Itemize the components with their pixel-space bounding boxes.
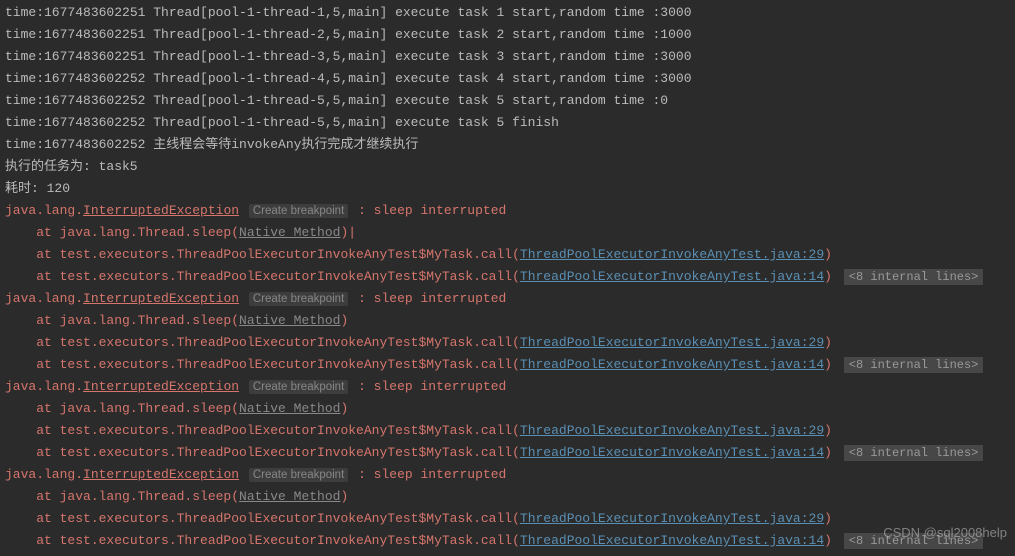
log-line: time:1677483602252 Thread[pool-1-thread-… (5, 71, 692, 86)
native-method-link[interactable]: Native Method (239, 401, 340, 416)
stack-frame: at test.executors.ThreadPoolExecutorInvo… (5, 445, 520, 460)
log-line: time:1677483602252 主线程会等待invokeAny执行完成才继… (5, 137, 418, 152)
log-line: time:1677483602251 Thread[pool-1-thread-… (5, 49, 692, 64)
exception-message: : sleep interrupted (350, 379, 506, 394)
stack-frame: at java.lang.Thread.sleep( (5, 313, 239, 328)
stack-frame: at test.executors.ThreadPoolExecutorInvo… (5, 533, 520, 548)
source-link[interactable]: ThreadPoolExecutorInvokeAnyTest.java:14 (520, 533, 824, 548)
paren-close: ) (824, 445, 832, 460)
exception-name-link[interactable]: InterruptedException (83, 291, 239, 306)
paren-close: ) (824, 533, 832, 548)
log-line: time:1677483602252 Thread[pool-1-thread-… (5, 115, 559, 130)
exception-message: : sleep interrupted (350, 467, 506, 482)
source-link[interactable]: ThreadPoolExecutorInvokeAnyTest.java:29 (520, 423, 824, 438)
watermark: CSDN @sql2008help (883, 522, 1007, 544)
exception-package: java.lang. (5, 467, 83, 482)
exception-name-link[interactable]: InterruptedException (83, 467, 239, 482)
paren-close: ) (824, 423, 832, 438)
paren-close: ) (340, 489, 348, 504)
create-breakpoint-button[interactable]: Create breakpoint (249, 468, 348, 482)
internal-lines-tag[interactable]: <8 internal lines> (844, 357, 984, 373)
native-method-link[interactable]: Native Method (239, 489, 340, 504)
source-link[interactable]: ThreadPoolExecutorInvokeAnyTest.java:29 (520, 335, 824, 350)
paren-close: ) (340, 401, 348, 416)
source-link[interactable]: ThreadPoolExecutorInvokeAnyTest.java:14 (520, 269, 824, 284)
stack-frame: at test.executors.ThreadPoolExecutorInvo… (5, 357, 520, 372)
paren-close: )| (340, 225, 356, 240)
exception-message: : sleep interrupted (350, 203, 506, 218)
paren-close: ) (824, 357, 832, 372)
exception-package: java.lang. (5, 291, 83, 306)
log-line: time:1677483602251 Thread[pool-1-thread-… (5, 27, 692, 42)
log-line: time:1677483602251 Thread[pool-1-thread-… (5, 5, 692, 20)
stack-frame: at test.executors.ThreadPoolExecutorInvo… (5, 247, 520, 262)
exception-name-link[interactable]: InterruptedException (83, 203, 239, 218)
internal-lines-tag[interactable]: <8 internal lines> (844, 269, 984, 285)
log-line: 耗时: 120 (5, 181, 70, 196)
stack-frame: at test.executors.ThreadPoolExecutorInvo… (5, 511, 520, 526)
stack-frame: at java.lang.Thread.sleep( (5, 225, 239, 240)
stack-frame: at java.lang.Thread.sleep( (5, 489, 239, 504)
paren-close: ) (824, 335, 832, 350)
source-link[interactable]: ThreadPoolExecutorInvokeAnyTest.java:29 (520, 511, 824, 526)
source-link[interactable]: ThreadPoolExecutorInvokeAnyTest.java:29 (520, 247, 824, 262)
stack-frame: at test.executors.ThreadPoolExecutorInvo… (5, 335, 520, 350)
exception-package: java.lang. (5, 203, 83, 218)
exception-name-link[interactable]: InterruptedException (83, 379, 239, 394)
create-breakpoint-button[interactable]: Create breakpoint (249, 380, 348, 394)
create-breakpoint-button[interactable]: Create breakpoint (249, 292, 348, 306)
source-link[interactable]: ThreadPoolExecutorInvokeAnyTest.java:14 (520, 357, 824, 372)
stack-frame: at test.executors.ThreadPoolExecutorInvo… (5, 269, 520, 284)
native-method-link[interactable]: Native Method (239, 225, 340, 240)
paren-close: ) (824, 269, 832, 284)
create-breakpoint-button[interactable]: Create breakpoint (249, 204, 348, 218)
stack-frame: at java.lang.Thread.sleep( (5, 401, 239, 416)
native-method-link[interactable]: Native Method (239, 313, 340, 328)
exception-message: : sleep interrupted (350, 291, 506, 306)
log-line: time:1677483602252 Thread[pool-1-thread-… (5, 93, 668, 108)
log-line: 执行的任务为: task5 (5, 159, 138, 174)
internal-lines-tag[interactable]: <8 internal lines> (844, 445, 984, 461)
source-link[interactable]: ThreadPoolExecutorInvokeAnyTest.java:14 (520, 445, 824, 460)
stack-frame: at test.executors.ThreadPoolExecutorInvo… (5, 423, 520, 438)
paren-close: ) (824, 511, 832, 526)
paren-close: ) (824, 247, 832, 262)
exception-package: java.lang. (5, 379, 83, 394)
paren-close: ) (340, 313, 348, 328)
